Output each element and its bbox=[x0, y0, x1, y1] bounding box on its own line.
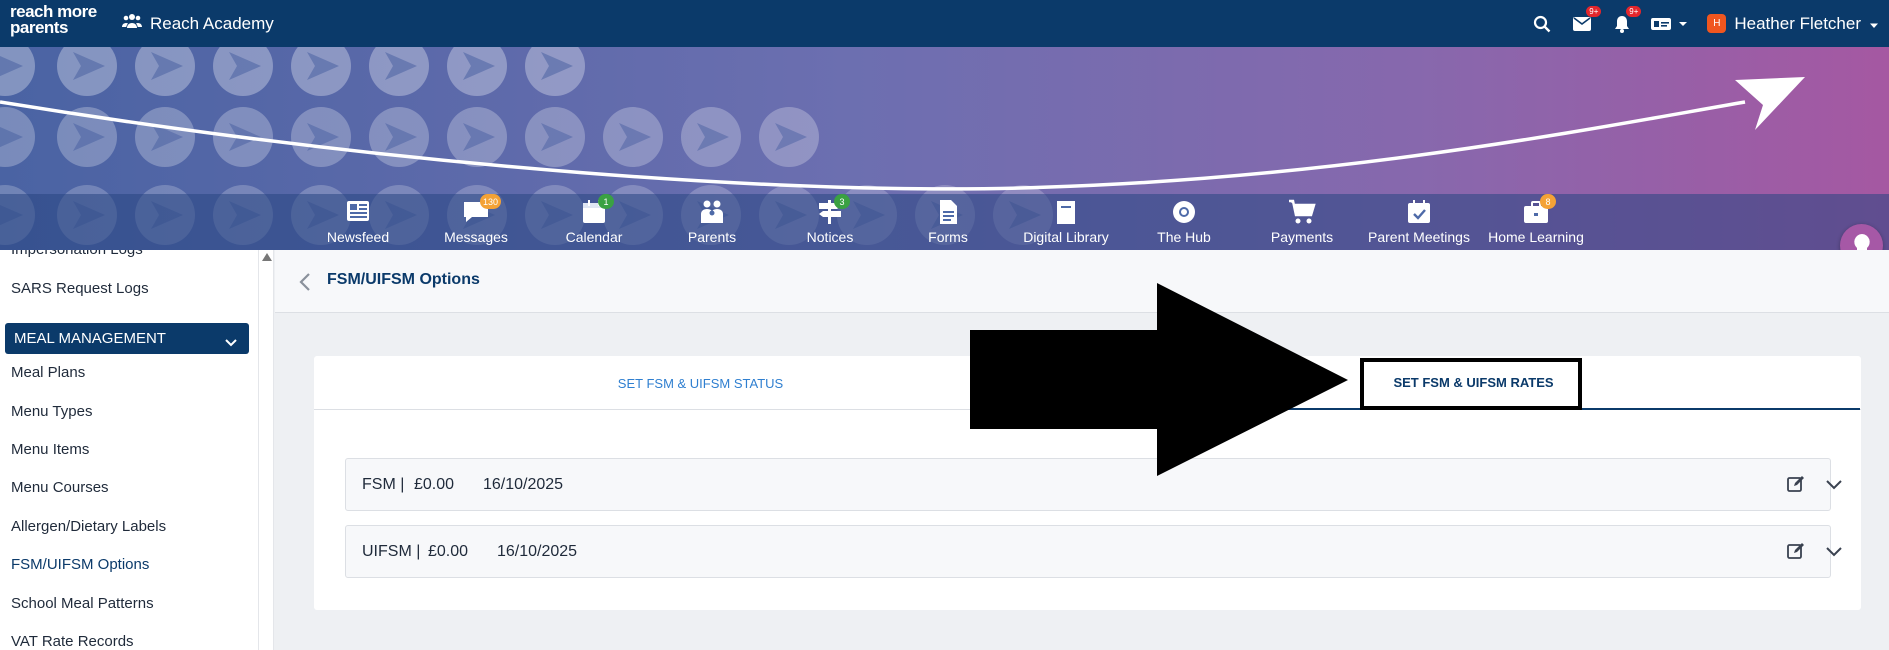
nav-label: Payments bbox=[1270, 229, 1334, 245]
back-chevron-icon[interactable] bbox=[299, 272, 311, 297]
user-name: Heather Fletcher bbox=[1734, 13, 1861, 33]
rate-row-uifsm[interactable]: UIFSM | £0.00 16/10/2025 bbox=[345, 525, 1842, 578]
id-card-icon[interactable] bbox=[1651, 13, 1689, 35]
sidebar-item-menu-types[interactable]: Menu Types bbox=[11, 403, 92, 420]
edit-icon[interactable] bbox=[1786, 474, 1806, 499]
calendar-check-icon bbox=[1405, 199, 1433, 225]
nav-newsfeed[interactable]: Newsfeed bbox=[303, 194, 413, 250]
top-bar: reach more parents Reach Academy 9+ 9+ H… bbox=[0, 0, 1889, 47]
nav-messages[interactable]: 130 Messages bbox=[421, 194, 531, 250]
rate-amount: £0.00 bbox=[428, 542, 469, 560]
sidebar-item-fsm-uifsm-options[interactable]: FSM/UIFSM Options bbox=[11, 556, 149, 573]
sidebar-item-menu-items[interactable]: Menu Items bbox=[11, 441, 89, 458]
page-header: FSM/UIFSM Options bbox=[275, 250, 1889, 313]
chevron-down-icon bbox=[225, 334, 237, 351]
logo-line-2: parents bbox=[10, 18, 68, 37]
bell-icon[interactable]: 9+ bbox=[1611, 5, 1642, 35]
nav-label: Newsfeed bbox=[326, 229, 390, 245]
nav-label: Parent Meetings bbox=[1368, 229, 1470, 245]
people-icon bbox=[698, 199, 726, 225]
nav-label: Messages bbox=[444, 229, 508, 245]
sidebar-section-meal-management[interactable]: MEAL MANAGEMENT bbox=[5, 323, 249, 354]
sidebar-item-allergen-labels[interactable]: Allergen/Dietary Labels bbox=[11, 518, 166, 535]
search-icon[interactable] bbox=[1531, 13, 1553, 35]
annotation-highlight-box bbox=[1360, 358, 1582, 410]
sidebar-item-school-meal-patterns[interactable]: School Meal Patterns bbox=[11, 595, 154, 612]
bell-badge: 9+ bbox=[1626, 5, 1642, 17]
sidebar-scrollbar[interactable] bbox=[258, 250, 274, 650]
main-nav: Newsfeed 130 Messages 1 Calendar Parents… bbox=[0, 194, 1889, 250]
nav-digital-library[interactable]: Digital Library bbox=[1011, 194, 1121, 250]
briefcase-icon: 8 bbox=[1522, 194, 1556, 225]
calendar-icon: 1 bbox=[580, 194, 614, 225]
cart-icon bbox=[1288, 199, 1316, 225]
sidebar-item-menu-courses[interactable]: Menu Courses bbox=[11, 479, 109, 496]
messages-badge: 130 bbox=[480, 194, 502, 209]
nav-notices[interactable]: 3 Notices bbox=[775, 194, 885, 250]
home-learning-badge: 8 bbox=[1540, 194, 1556, 209]
sidebar: Impersonation Logs SARS Request Logs MEA… bbox=[0, 250, 258, 650]
nav-label: Home Learning bbox=[1488, 229, 1584, 245]
nav-label: Calendar bbox=[565, 229, 623, 245]
nav-home-learning[interactable]: 8 Home Learning bbox=[1481, 194, 1591, 250]
notices-badge: 3 bbox=[834, 194, 850, 209]
app-logo[interactable]: reach more parents bbox=[10, 3, 97, 37]
book-icon bbox=[1052, 199, 1080, 225]
newspaper-icon bbox=[344, 199, 372, 225]
user-avatar: H bbox=[1707, 14, 1727, 33]
scroll-up-icon[interactable] bbox=[262, 253, 272, 261]
chevron-down-icon bbox=[1869, 14, 1879, 34]
rates-card: SET FSM & UIFSM STATUS SET FSM & UIFSM R… bbox=[314, 356, 1861, 610]
nav-label: Parents bbox=[687, 229, 737, 245]
nav-calendar[interactable]: 1 Calendar bbox=[539, 194, 649, 250]
calendar-badge: 1 bbox=[598, 194, 614, 209]
sidebar-item-meal-plans[interactable]: Meal Plans bbox=[11, 364, 85, 381]
chat-icon: 130 bbox=[462, 194, 502, 225]
chevron-down-icon[interactable] bbox=[1826, 544, 1842, 562]
nav-parent-meetings[interactable]: Parent Meetings bbox=[1363, 194, 1475, 250]
nav-parents[interactable]: Parents bbox=[657, 194, 767, 250]
tab-set-status[interactable]: SET FSM & UIFSM STATUS bbox=[314, 356, 1087, 410]
group-icon bbox=[122, 13, 142, 34]
nav-label: Notices bbox=[806, 229, 854, 245]
nav-payments[interactable]: Payments bbox=[1247, 194, 1357, 250]
document-icon bbox=[934, 199, 962, 225]
nav-the-hub[interactable]: The Hub bbox=[1129, 194, 1239, 250]
sidebar-item-sars-request-logs[interactable]: SARS Request Logs bbox=[11, 280, 149, 297]
mail-icon[interactable]: 9+ bbox=[1571, 5, 1602, 35]
org-switcher[interactable]: Reach Academy bbox=[122, 0, 274, 47]
sidebar-item-impersonation-logs[interactable]: Impersonation Logs bbox=[11, 250, 143, 258]
signpost-icon: 3 bbox=[816, 194, 850, 225]
rate-row-fsm[interactable]: FSM | £0.00 16/10/2025 bbox=[345, 458, 1842, 511]
lifebuoy-icon bbox=[1170, 199, 1198, 225]
rate-label: FSM | bbox=[362, 475, 405, 493]
tab-bar: SET FSM & UIFSM STATUS SET FSM & UIFSM R… bbox=[314, 356, 1861, 410]
chevron-down-icon[interactable] bbox=[1826, 477, 1842, 495]
edit-icon[interactable] bbox=[1786, 541, 1806, 566]
top-actions: 9+ 9+ H Heather Fletcher bbox=[1531, 0, 1879, 47]
rate-label: UIFSM | bbox=[362, 542, 421, 560]
rate-date: 16/10/2025 bbox=[497, 542, 578, 560]
mail-badge: 9+ bbox=[1586, 5, 1602, 17]
page-title: FSM/UIFSM Options bbox=[327, 271, 480, 288]
nav-label: Digital Library bbox=[1023, 229, 1109, 245]
nav-forms[interactable]: Forms bbox=[893, 194, 1003, 250]
user-menu[interactable]: H Heather Fletcher bbox=[1707, 14, 1879, 34]
org-name: Reach Academy bbox=[150, 13, 274, 33]
nav-label: The Hub bbox=[1157, 229, 1211, 245]
rate-amount: £0.00 bbox=[414, 475, 455, 493]
section-label: MEAL MANAGEMENT bbox=[14, 330, 166, 347]
nav-label: Forms bbox=[928, 229, 968, 245]
sidebar-item-vat-rate-records[interactable]: VAT Rate Records bbox=[11, 633, 134, 650]
rate-date: 16/10/2025 bbox=[483, 475, 564, 493]
